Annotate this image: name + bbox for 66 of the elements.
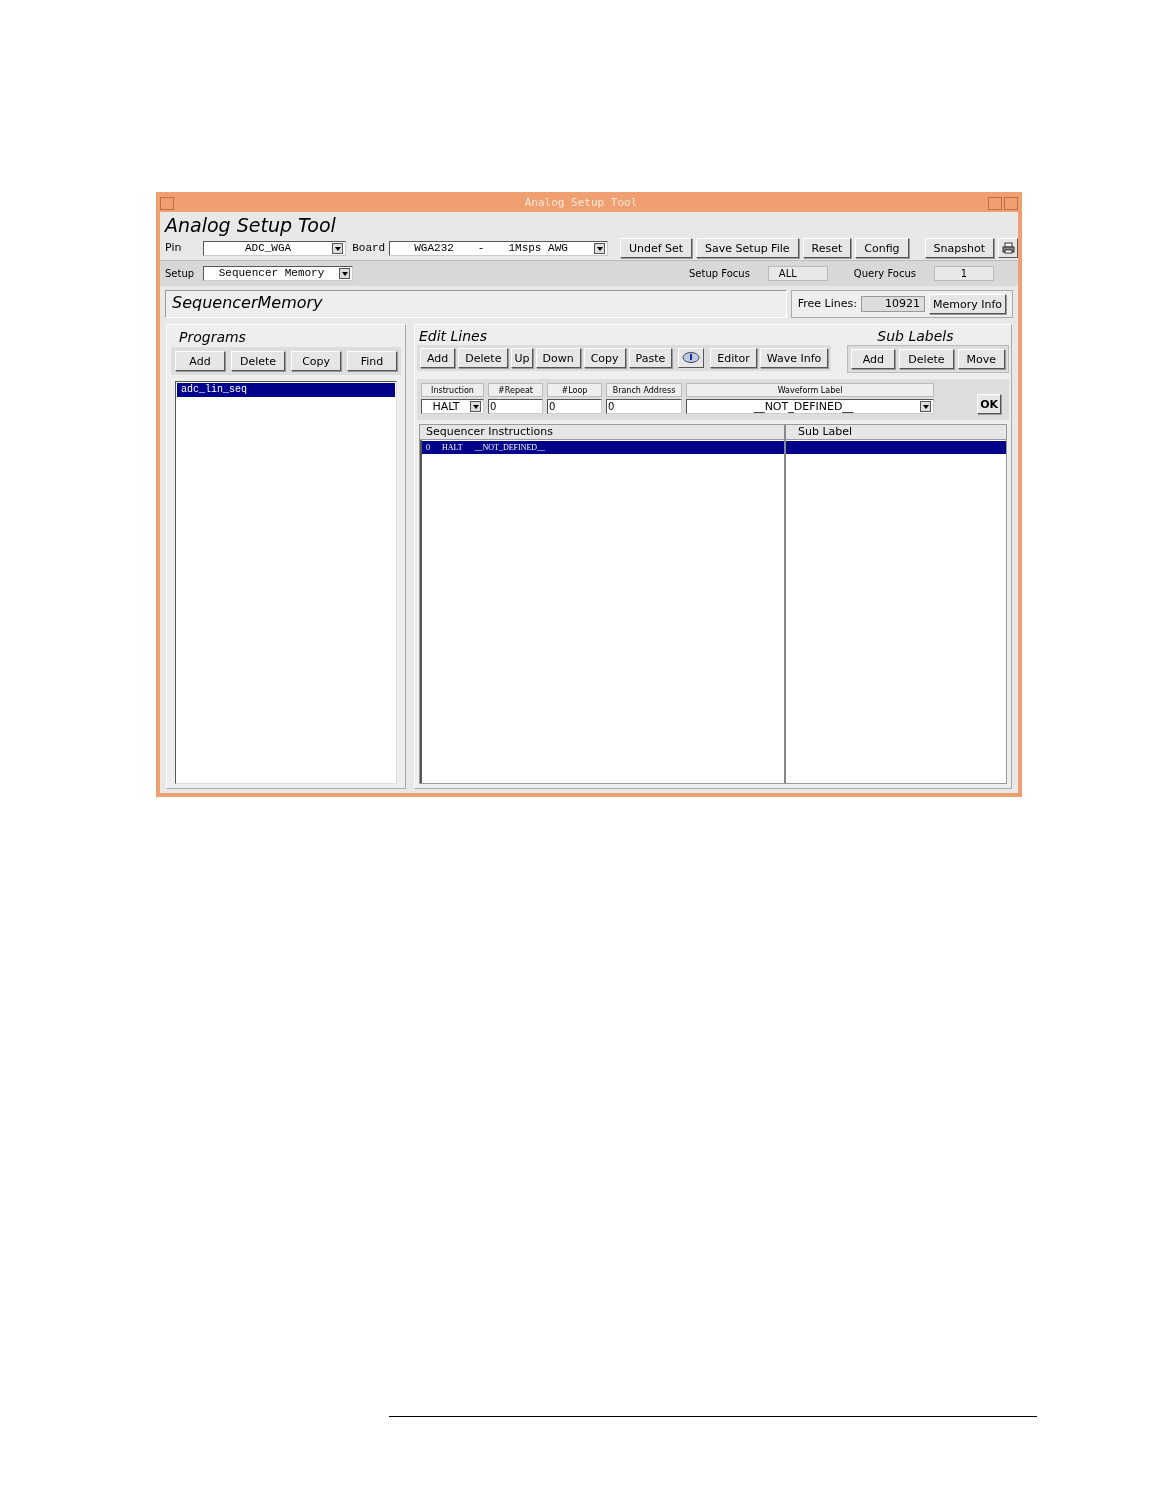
window-menu-button[interactable]: [160, 197, 174, 210]
toolbar-button[interactable]: Reset: [802, 238, 852, 258]
window-title: Analog Setup Tool: [523, 195, 639, 212]
status-field: ALL: [767, 266, 828, 281]
field-label: Setup Focus: [689, 267, 750, 281]
print-button[interactable]: [998, 238, 1018, 258]
edit-line-button[interactable]: Copy: [583, 348, 626, 368]
caret-icon: [593, 242, 605, 254]
dropdown[interactable]: WGA232 - 1Msps AWG: [389, 240, 608, 256]
panel-title: Programs: [178, 329, 247, 345]
sub-label-button[interactable]: Delete: [899, 349, 954, 369]
panel-title: Sub Labels: [876, 327, 955, 345]
number-field[interactable]: 0: [547, 399, 602, 414]
program-button[interactable]: Delete: [230, 351, 286, 371]
dropdown[interactable]: HALT: [421, 399, 484, 414]
panel-title: Edit Lines: [418, 327, 489, 345]
column-header: Waveform Label: [686, 383, 934, 397]
dropdown[interactable]: ADC_WGA: [202, 240, 347, 256]
edit-line-button[interactable]: Up: [511, 348, 533, 368]
edit-line-button[interactable]: Wave Info: [759, 348, 829, 368]
column-header: Sub Label: [786, 425, 1006, 440]
edit-line-button[interactable]: Down: [535, 348, 581, 368]
number-field[interactable]: 0: [488, 399, 543, 414]
caret-icon: [332, 242, 344, 254]
dropdown[interactable]: Sequencer Memory: [203, 266, 353, 281]
caret-icon: [339, 268, 350, 279]
field-label: Free Lines:: [797, 295, 857, 312]
dropdown[interactable]: __NOT_DEFINED__: [686, 399, 934, 414]
memory-info-button[interactable]: Memory Info: [928, 294, 1006, 314]
free-lines-value: 10921: [860, 296, 925, 312]
field-label: Board: [352, 240, 386, 256]
toolbar-button[interactable]: Snapshot: [924, 238, 994, 258]
edit-line-button[interactable]: Editor: [710, 348, 757, 368]
maximize-button[interactable]: [1004, 197, 1018, 210]
toolbar-button[interactable]: Save Setup File: [696, 238, 799, 258]
info-button[interactable]: [678, 348, 705, 368]
edit-line-button[interactable]: Add: [420, 348, 456, 368]
section-header: SequencerMemory: [165, 290, 787, 318]
app-title: Analog Setup Tool: [163, 213, 337, 236]
number-field[interactable]: 0: [606, 399, 682, 414]
column-header: Sequencer Instructions: [420, 425, 784, 440]
program-button[interactable]: Find: [347, 351, 397, 371]
info-bubble-icon: [682, 352, 701, 364]
toolbar-button[interactable]: Config: [855, 238, 909, 258]
field-label: Query Focus: [853, 267, 916, 281]
program-button[interactable]: Copy: [291, 351, 342, 371]
minimize-button[interactable]: [988, 197, 1002, 210]
program-list-item[interactable]: adc_lin_seq: [177, 383, 395, 397]
field-label: Setup: [165, 267, 196, 281]
toolbar-button[interactable]: Undef Set: [619, 238, 693, 258]
program-button[interactable]: Add: [175, 351, 225, 371]
sub-label-cell[interactable]: [786, 441, 1006, 454]
caret-icon: [920, 401, 931, 412]
edit-line-button[interactable]: Paste: [628, 348, 673, 368]
ok-button[interactable]: OK: [977, 394, 1001, 414]
edit-line-button[interactable]: Delete: [458, 348, 509, 368]
sub-label-button[interactable]: Move: [957, 349, 1005, 369]
sub-label-button[interactable]: Add: [851, 349, 896, 369]
column-header: #Repeat: [488, 383, 543, 397]
status-field: 1: [934, 266, 994, 281]
field-label: Pin: [165, 239, 183, 256]
column-header: Instruction: [421, 383, 484, 397]
column-header: Branch Address: [606, 383, 682, 397]
column-header: #Loop: [547, 383, 602, 397]
printer-icon: [1001, 242, 1015, 254]
caret-icon: [470, 401, 481, 412]
